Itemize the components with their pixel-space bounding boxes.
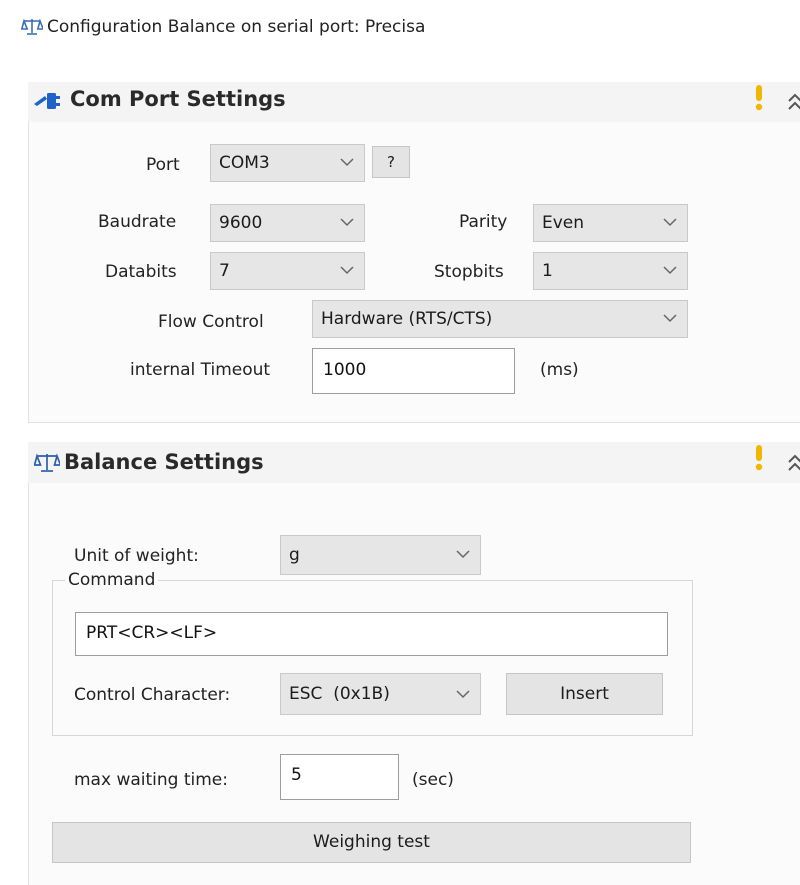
chevron-down-icon (663, 266, 677, 275)
stopbits-label: Stopbits (434, 262, 504, 282)
port-value: COM3 (219, 153, 270, 173)
chevron-down-icon (663, 218, 677, 227)
baudrate-label: Baudrate (98, 212, 177, 232)
unit-select[interactable]: g (280, 535, 481, 575)
max-waiting-time-label: max waiting time: (74, 770, 228, 790)
unit-value: g (289, 545, 300, 565)
warning-icon (755, 445, 763, 471)
balance-scale-icon (21, 18, 43, 35)
port-select[interactable]: COM3 (210, 144, 365, 182)
baudrate-select[interactable]: 9600 (210, 204, 365, 242)
collapse-icon[interactable] (787, 93, 800, 111)
chevron-down-icon (456, 690, 470, 699)
chevron-down-icon (340, 218, 354, 227)
baudrate-value: 9600 (219, 213, 263, 233)
timeout-value: 1000 (323, 360, 367, 380)
warning-icon (755, 85, 763, 111)
balance-section-title: Balance Settings (64, 450, 264, 474)
command-legend: Command (65, 570, 159, 590)
weighing-test-button[interactable]: Weighing test (52, 822, 691, 863)
max-waiting-time-unit: (sec) (412, 770, 454, 790)
flow-control-select[interactable]: Hardware (RTS/CTS) (312, 300, 688, 338)
control-character-label: Control Character: (74, 685, 231, 705)
flow-control-value: Hardware (RTS/CTS) (321, 309, 493, 329)
window-title: Configuration Balance on serial port: Pr… (47, 17, 426, 37)
command-input[interactable]: PRT<CR><LF> (75, 612, 668, 656)
timeout-label: internal Timeout (130, 360, 271, 380)
control-character-value: ESC (0x1B) (289, 684, 390, 704)
flow-control-label: Flow Control (158, 312, 264, 332)
com-port-section-title: Com Port Settings (70, 87, 286, 111)
port-help-button[interactable]: ? (372, 146, 410, 178)
databits-value: 7 (219, 261, 230, 281)
max-waiting-time-value: 5 (291, 765, 302, 785)
databits-select[interactable]: 7 (210, 252, 365, 290)
chevron-down-icon (340, 158, 354, 167)
max-waiting-time-input[interactable]: 5 (280, 754, 399, 800)
collapse-icon[interactable] (787, 454, 800, 472)
chevron-down-icon (663, 314, 677, 323)
control-character-select[interactable]: ESC (0x1B) (280, 673, 481, 715)
parity-value: Even (542, 213, 585, 233)
command-value: PRT<CR><LF> (86, 623, 218, 643)
stopbits-select[interactable]: 1 (533, 252, 688, 290)
stopbits-value: 1 (542, 261, 553, 281)
insert-button[interactable]: Insert (506, 673, 663, 715)
chevron-down-icon (340, 266, 354, 275)
unit-label: Unit of weight: (74, 546, 199, 566)
timeout-input[interactable]: 1000 (312, 348, 515, 394)
parity-select[interactable]: Even (533, 204, 688, 242)
parity-label: Parity (459, 212, 508, 232)
chevron-down-icon (456, 550, 470, 559)
timeout-unit: (ms) (540, 360, 579, 380)
balance-scale-icon (34, 453, 60, 472)
serial-port-icon (34, 93, 60, 109)
port-label: Port (146, 155, 180, 175)
databits-label: Databits (105, 262, 177, 282)
